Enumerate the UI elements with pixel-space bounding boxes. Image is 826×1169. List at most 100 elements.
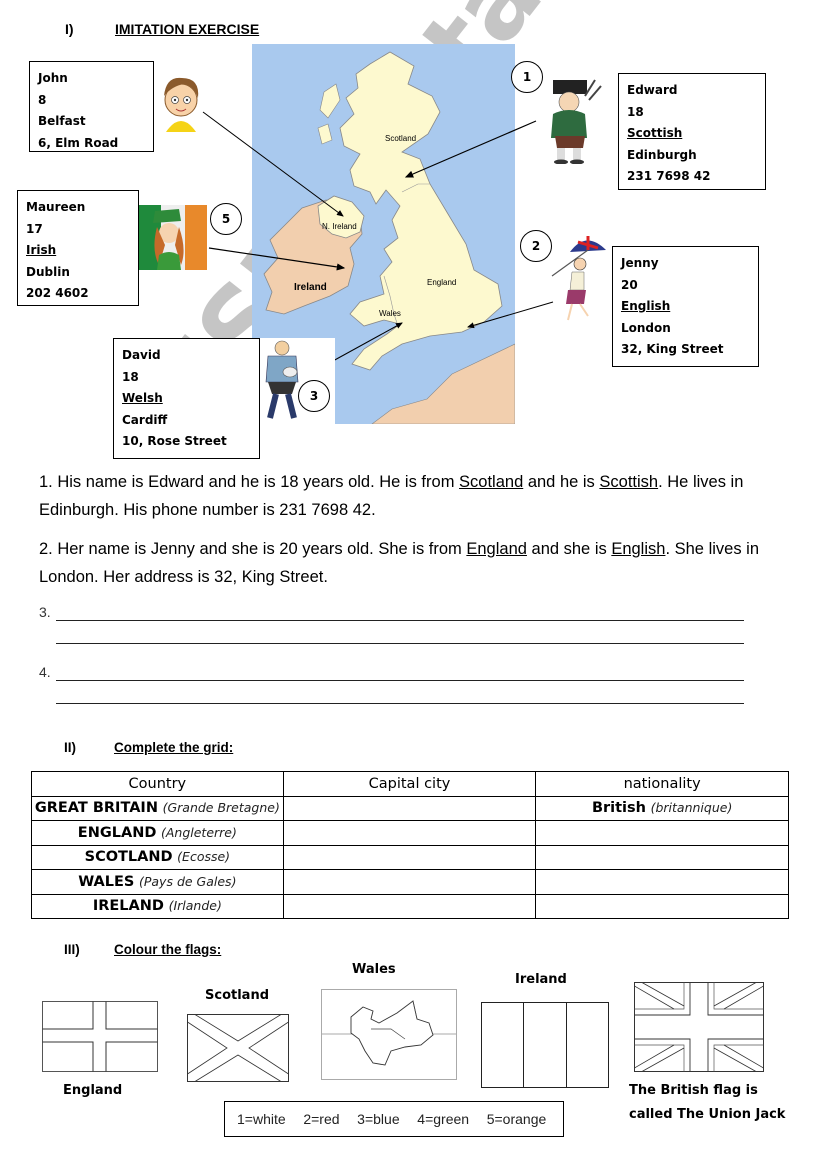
- card-nationality: Scottish: [627, 126, 683, 140]
- capital-cell[interactable]: [282, 820, 537, 846]
- card-age: 8: [38, 92, 47, 107]
- flag-label-scotland: Scotland: [205, 988, 270, 1003]
- section-title: Complete the grid:: [114, 740, 234, 755]
- number-badge-1: 1: [511, 61, 543, 93]
- person-card-edward: Edward 18 Scottish Edinburgh 231 7698 42: [618, 73, 766, 190]
- card-nationality: Irish: [26, 243, 57, 257]
- capital-cell[interactable]: [282, 844, 537, 870]
- flag-label-wales: Wales: [352, 962, 396, 977]
- card-name: David: [122, 348, 161, 362]
- card-address: 32, King Street: [621, 342, 724, 356]
- england-flag-outline[interactable]: [42, 1001, 158, 1072]
- column-header-nationality: nationality: [535, 771, 789, 797]
- answer-line-4b[interactable]: [56, 703, 744, 704]
- card-nationality: English: [621, 299, 671, 313]
- underlined-country: Scotland: [459, 473, 524, 491]
- flag-label-ireland: Ireland: [515, 972, 567, 987]
- country-french: (Grande Bretagne): [162, 800, 280, 816]
- underlined-nationality: English: [611, 540, 666, 558]
- card-phone: 202 4602: [26, 286, 89, 300]
- card-name: John: [38, 71, 68, 85]
- country-french: (Angleterre): [160, 824, 237, 840]
- person-card-david: David 18 Welsh Cardiff 10, Rose Street: [113, 338, 260, 459]
- country-name: ENGLAND: [77, 824, 157, 841]
- column-header-capital: Capital city: [282, 771, 537, 797]
- table-header-row: Country Capital city nationality: [31, 771, 789, 797]
- underlined-country: England: [466, 540, 527, 558]
- card-city: Belfast: [38, 114, 86, 128]
- card-city: Dublin: [26, 264, 70, 279]
- paragraph-text: and he is: [523, 473, 600, 491]
- card-age: 18: [122, 369, 139, 384]
- bagpiper-illustration: [545, 78, 605, 164]
- union-jack-caption-line-1: The British flag is: [629, 1083, 758, 1098]
- table-row: GREAT BRITAIN (Grande Bretagne) British …: [31, 795, 789, 821]
- number-badge-3: 3: [298, 380, 330, 412]
- country-cell: IRELAND (Irlande): [31, 893, 284, 919]
- card-age: 17: [26, 221, 43, 236]
- section-number: III): [64, 942, 80, 957]
- paragraph-text: 2. Her name is Jenny and she is 20 years…: [39, 540, 467, 558]
- card-city: Edinburgh: [627, 147, 697, 162]
- country-french: (Pays de Gales): [138, 873, 237, 889]
- capital-cell[interactable]: [282, 795, 537, 821]
- arrow-jenny-london: [467, 301, 554, 329]
- card-address: 6, Elm Road: [38, 135, 119, 150]
- card-phone: 231 7698 42: [627, 169, 711, 183]
- country-name: IRELAND: [92, 898, 164, 915]
- answer-line-3b[interactable]: [56, 643, 744, 644]
- nationality-french: (britannique): [650, 800, 733, 816]
- example-paragraph-2: 2. Her name is Jenny and she is 20 years…: [39, 535, 799, 591]
- country-cell: WALES (Pays de Gales): [31, 869, 284, 895]
- answer-line-3a[interactable]: [56, 620, 744, 621]
- person-card-jenny: Jenny 20 English London 32, King Street: [612, 246, 759, 367]
- nationality-cell[interactable]: [535, 844, 789, 870]
- wales-flag-outline[interactable]: [321, 989, 457, 1080]
- card-age: 20: [621, 277, 638, 292]
- country-name: SCOTLAND: [84, 849, 173, 866]
- table-row: WALES (Pays de Gales): [31, 869, 789, 895]
- table-row: IRELAND (Irlande): [31, 893, 789, 919]
- capital-cell[interactable]: [282, 893, 537, 919]
- section-2-heading: II) Complete the grid:: [64, 740, 364, 760]
- colour-key-box: 1=white 2=red 3=blue 4=green 5=orange: [224, 1101, 564, 1137]
- arrow-john-belfast: [202, 111, 344, 217]
- ireland-flag-outline[interactable]: [481, 1002, 609, 1088]
- country-cell: ENGLAND (Angleterre): [31, 820, 284, 846]
- country-name: WALES: [78, 873, 135, 890]
- card-name: Edward: [627, 83, 678, 97]
- flag-label-england: England: [63, 1083, 123, 1098]
- country-cell: SCOTLAND (Ecosse): [31, 844, 284, 870]
- country-cell: GREAT BRITAIN (Grande Bretagne): [31, 795, 284, 821]
- answer-line-4a[interactable]: [56, 680, 744, 681]
- paragraph-text: and she is: [526, 540, 612, 558]
- table-row: SCOTLAND (Ecosse): [31, 844, 789, 870]
- rugby-player-illustration: [260, 338, 335, 426]
- card-city: London: [621, 320, 671, 335]
- arrow-maureen-dublin: [208, 247, 346, 271]
- jenny-umbrella-illustration: [548, 234, 608, 330]
- scotland-flag-outline[interactable]: [187, 1014, 289, 1082]
- paragraph-text: 1. His name is Edward and he is 18 years…: [39, 473, 460, 491]
- card-name: Maureen: [26, 200, 86, 214]
- capital-cell[interactable]: [282, 869, 537, 895]
- nationality-cell[interactable]: British (britannique): [535, 795, 789, 821]
- country-grid-table: Country Capital city nationality GREAT B…: [31, 771, 789, 919]
- answer-number-4: 4.: [39, 664, 51, 680]
- person-card-john: John 8 Belfast 6, Elm Road: [29, 61, 154, 152]
- number-badge-5: 5: [210, 203, 242, 235]
- country-french: (Ecosse): [177, 849, 231, 865]
- section-number: II): [64, 740, 76, 755]
- boy-illustration: [156, 70, 206, 132]
- card-address: 10, Rose Street: [122, 434, 227, 448]
- arrow-edward-edinburgh: [404, 120, 537, 178]
- nationality-cell[interactable]: [535, 893, 789, 919]
- irish-girl-illustration: [139, 205, 207, 270]
- nationality-cell[interactable]: [535, 820, 789, 846]
- nationality-value: British: [591, 800, 646, 817]
- underlined-nationality: Scottish: [599, 473, 659, 491]
- table-row: ENGLAND (Angleterre): [31, 820, 789, 846]
- union-jack-flag-outline[interactable]: [634, 982, 764, 1072]
- section-3-heading: III) Colour the flags:: [64, 942, 364, 962]
- nationality-cell[interactable]: [535, 869, 789, 895]
